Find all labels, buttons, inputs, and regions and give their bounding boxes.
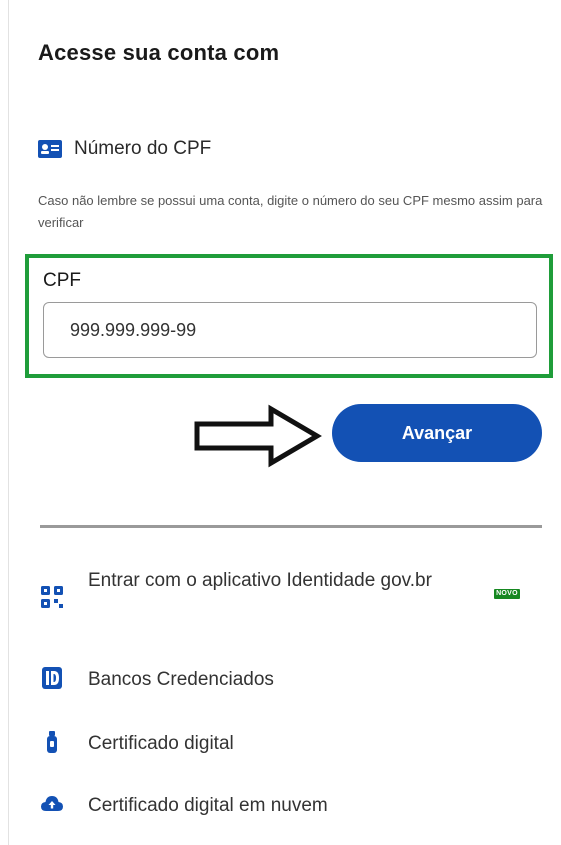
cpf-login-option[interactable]: Número do CPF <box>38 138 211 160</box>
certificate-login-option[interactable]: Certificado digital <box>40 728 545 760</box>
qr-code-icon <box>41 586 63 608</box>
cpf-option-label: Número do CPF <box>74 138 212 159</box>
cloud-icon <box>41 796 63 811</box>
panel-border <box>8 0 9 845</box>
app-login-option[interactable]: Entrar com o aplicativo Identidade gov.b… <box>40 565 545 609</box>
id-card-icon <box>38 140 62 158</box>
bank-icon <box>42 667 62 689</box>
login-panel: Acesse sua conta com Número do CPF Caso … <box>0 0 561 845</box>
cpf-field-label: CPF <box>43 270 81 291</box>
cpf-help-text: Caso não lembre se possui uma conta, dig… <box>38 193 543 230</box>
new-badge: NOVO <box>494 589 520 599</box>
cloud-certificate-label: Certificado digital em nuvem <box>88 795 328 816</box>
page-title: Acesse sua conta com <box>38 40 280 65</box>
banks-login-option[interactable]: Bancos Credenciados <box>40 664 545 696</box>
arrow-right-icon <box>194 404 322 468</box>
app-login-label: Entrar com o aplicativo Identidade gov.b… <box>88 570 432 591</box>
cpf-input[interactable] <box>43 302 537 358</box>
cloud-certificate-login-option[interactable]: Certificado digital em nuvem <box>40 790 545 822</box>
cpf-highlight-box: CPF <box>25 254 553 378</box>
certificate-label: Certificado digital <box>88 733 234 754</box>
divider <box>40 525 542 528</box>
usb-token-icon <box>47 731 57 753</box>
advance-button[interactable]: Avançar <box>332 404 542 462</box>
banks-label: Bancos Credenciados <box>88 669 274 690</box>
